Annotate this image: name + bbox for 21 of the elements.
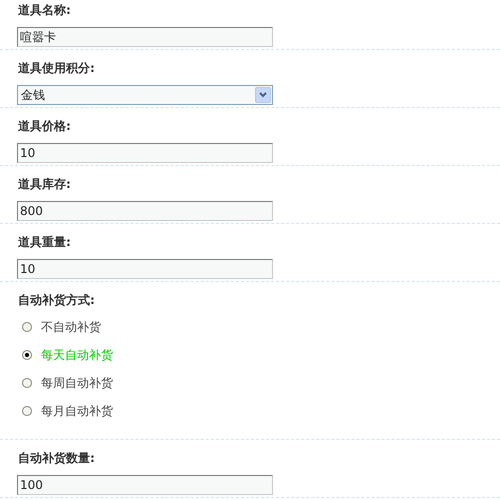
field-label: 道具名称: bbox=[18, 3, 71, 17]
radio-button[interactable] bbox=[22, 350, 32, 360]
text-field[interactable]: 喧嚣卡 bbox=[17, 27, 273, 47]
radio-button[interactable] bbox=[22, 322, 32, 332]
radio-label[interactable]: 每周自动补货 bbox=[41, 376, 113, 390]
text-field[interactable]: 800 bbox=[17, 201, 273, 221]
radio-button[interactable] bbox=[22, 406, 32, 416]
text-field[interactable]: 10 bbox=[17, 143, 273, 163]
radio-button[interactable] bbox=[22, 378, 32, 388]
chevron-down-icon[interactable] bbox=[255, 87, 271, 103]
field-label: 道具重量: bbox=[18, 235, 71, 249]
field-label: 道具价格: bbox=[18, 119, 71, 133]
text-field[interactable]: 100 bbox=[17, 475, 273, 495]
radio-label[interactable]: 每月自动补货 bbox=[41, 404, 113, 418]
field-label: 道具使用积分: bbox=[18, 61, 95, 75]
dropdown[interactable]: 金钱 bbox=[17, 85, 273, 105]
field-label: 自动补货数量: bbox=[18, 451, 95, 465]
field-label: 自动补货方式: bbox=[18, 293, 95, 307]
field-label: 道具库存: bbox=[18, 177, 71, 191]
radio-label[interactable]: 不自动补货 bbox=[41, 320, 101, 334]
text-field[interactable]: 10 bbox=[17, 259, 273, 279]
